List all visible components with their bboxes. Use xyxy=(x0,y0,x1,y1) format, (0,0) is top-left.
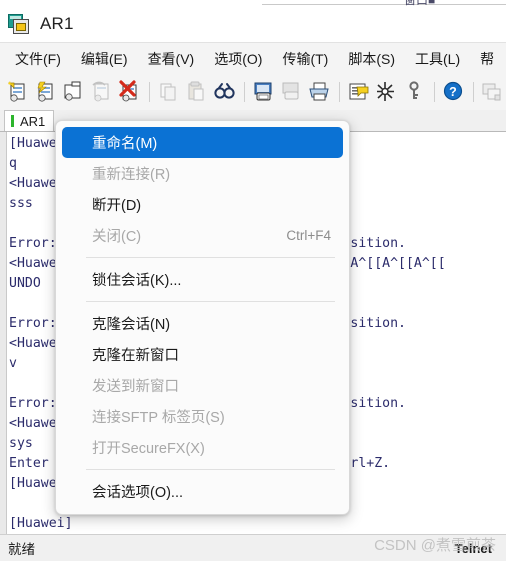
window-title: AR1 xyxy=(40,14,74,33)
context-menu-item-label: 连接SFTP 标签页(S) xyxy=(92,410,225,426)
context-menu-item-label: 锁住会话(K)... xyxy=(92,273,182,289)
menu-help[interactable]: 帮 xyxy=(479,46,495,72)
status-bar: 就绪 Telnet xyxy=(0,534,506,561)
ctx-close: 关闭(C) Ctrl+F4 xyxy=(62,220,343,251)
toolbar-separator-2 xyxy=(244,82,245,102)
menu-options[interactable]: 选项(O) xyxy=(213,46,263,72)
clipped-divider xyxy=(262,4,506,5)
menu-view[interactable]: 查看(V) xyxy=(147,46,196,72)
ctx-separator-1 xyxy=(86,257,335,258)
paste-icon xyxy=(184,79,210,105)
new-session-icon[interactable] xyxy=(5,79,31,105)
toolbar-separator-4 xyxy=(434,82,435,102)
print-screen-icon[interactable] xyxy=(251,79,277,105)
ctx-rename[interactable]: 重命名(M) xyxy=(62,127,343,158)
toolbar-separator-3 xyxy=(339,82,340,102)
help-icon[interactable]: ? xyxy=(441,79,467,105)
ctx-clone-session[interactable]: 克隆会话(N) xyxy=(62,308,343,339)
ctx-lock-session[interactable]: 锁住会话(K)... xyxy=(62,264,343,295)
ctx-session-options[interactable]: 会话选项(O)... xyxy=(62,476,343,507)
ctx-open-securefx: 打开SecureFX(X) xyxy=(62,432,343,463)
toolbar-separator-1 xyxy=(149,82,150,102)
session-context-menu[interactable]: 重命名(M) 重新连接(R) 断开(D) 关闭(C) Ctrl+F4 锁住会话(K)...… xyxy=(55,120,350,515)
context-menu-item-label: 打开SecureFX(X) xyxy=(92,441,205,457)
title-bar: AR1 xyxy=(0,6,506,42)
context-menu-item-label: 会话选项(O)... xyxy=(92,485,184,501)
context-menu-item-label: 重命名(M) xyxy=(92,136,158,152)
session-tab-ar1[interactable]: AR1 xyxy=(4,110,55,132)
session-tab-label: AR1 xyxy=(20,113,46,129)
ctx-disconnect[interactable]: 断开(D) xyxy=(62,189,343,220)
copy-icon xyxy=(156,79,182,105)
terminal-line: [Huawei] xyxy=(9,516,73,531)
ctx-clone-in-new-window[interactable]: 克隆在新窗口 xyxy=(62,339,343,370)
toolbar-separator-5 xyxy=(473,82,474,102)
status-protocol-label: Telnet xyxy=(454,540,492,556)
key-icon[interactable] xyxy=(402,79,428,105)
context-menu-item-label: 发送到新窗口 xyxy=(92,379,179,395)
print-icon[interactable] xyxy=(307,79,333,105)
context-menu-item-label: 断开(D) xyxy=(92,198,142,214)
new-tab-icon[interactable] xyxy=(61,79,87,105)
disconnect-icon[interactable] xyxy=(117,79,143,105)
terminal-left-gutter xyxy=(0,132,7,534)
ctx-separator-2 xyxy=(86,301,335,302)
connected-indicator-icon xyxy=(11,115,14,127)
menu-transfer[interactable]: 传输(T) xyxy=(281,46,329,72)
terminal-window-icon xyxy=(8,13,30,35)
context-menu-item-label: 克隆在新窗口 xyxy=(92,348,179,364)
context-menu-item-label: 关闭(C) xyxy=(92,229,142,245)
menu-file[interactable]: 文件(F) xyxy=(14,46,62,72)
status-ready-label: 就绪 xyxy=(8,542,35,557)
ctx-separator-3 xyxy=(86,469,335,470)
menu-tools[interactable]: 工具(L) xyxy=(414,46,461,72)
log-session-icon xyxy=(279,79,305,105)
securecrt-window: 窗口■ AR1 文件(F) 编辑(E) 查看(V) 选项(O) 传输(T) 脚本… xyxy=(0,0,506,561)
menu-script[interactable]: 脚本(S) xyxy=(347,46,396,72)
ctx-send-to-new-window: 发送到新窗口 xyxy=(62,370,343,401)
tile-windows-icon xyxy=(480,79,506,105)
tool-bar: ? xyxy=(0,74,506,110)
ctx-reconnect: 重新连接(R) xyxy=(62,158,343,189)
find-icon[interactable] xyxy=(212,79,238,105)
context-menu-item-shortcut: Ctrl+F4 xyxy=(286,228,331,243)
global-options-icon[interactable] xyxy=(374,79,400,105)
context-menu-item-label: 重新连接(R) xyxy=(92,167,171,183)
quick-connect-icon[interactable] xyxy=(33,79,59,105)
context-menu-item-label: 克隆会话(N) xyxy=(92,317,171,333)
menu-bar: 文件(F) 编辑(E) 查看(V) 选项(O) 传输(T) 脚本(S) 工具(L… xyxy=(0,42,506,74)
reconnect-icon xyxy=(89,79,115,105)
menu-edit[interactable]: 编辑(E) xyxy=(80,46,129,72)
ctx-connect-sftp-tab: 连接SFTP 标签页(S) xyxy=(62,401,343,432)
session-options-icon[interactable] xyxy=(346,79,372,105)
svg-text:?: ? xyxy=(449,85,457,99)
